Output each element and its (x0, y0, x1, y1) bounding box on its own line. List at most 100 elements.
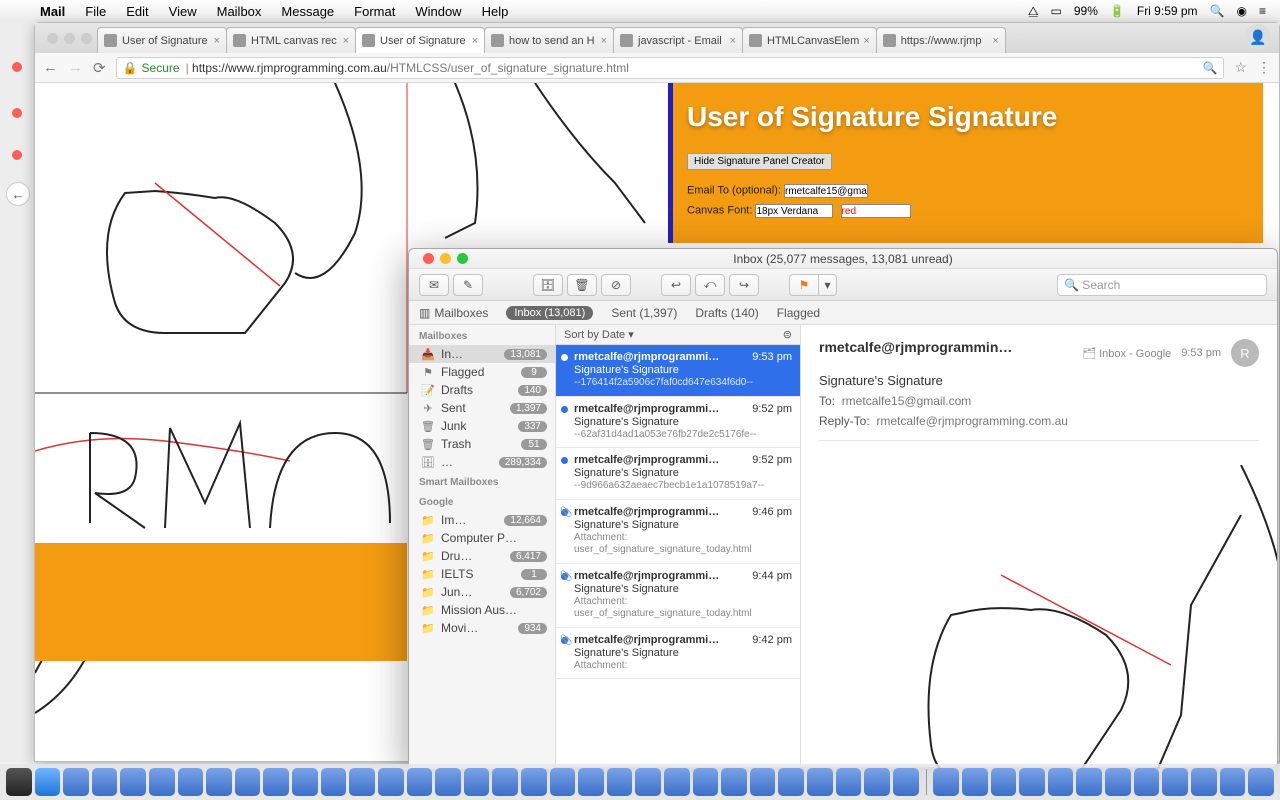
dock-app-icon[interactable] (750, 768, 776, 796)
sidebar-item[interactable]: 📝Drafts140 (409, 381, 555, 399)
sidebar-item[interactable]: 🗑Trash51 (409, 435, 555, 453)
browser-tab[interactable]: User of Signature× (355, 27, 485, 53)
menu-file[interactable]: File (75, 4, 116, 19)
dock-app-icon[interactable] (35, 768, 61, 796)
dock[interactable]: document.write(Array.from({length:32},()… (0, 764, 1280, 800)
dock-app-icon[interactable] (178, 768, 204, 796)
dock-app-icon[interactable] (235, 768, 261, 796)
dock-app-icon[interactable] (120, 768, 146, 796)
browser-tab[interactable]: how to send an H× (484, 27, 614, 53)
reply-button[interactable]: ↩ (661, 274, 691, 296)
dock-app-icon[interactable] (933, 768, 959, 796)
dock-app-icon[interactable] (63, 768, 89, 796)
dock-app-icon[interactable] (206, 768, 232, 796)
sidebar-folder[interactable]: 📁IELTS1 (409, 565, 555, 583)
dock-app-icon[interactable] (1076, 768, 1102, 796)
dock-app-icon[interactable] (607, 768, 633, 796)
window-controls[interactable] (41, 33, 98, 44)
star-icon[interactable]: ☆ (1234, 59, 1247, 76)
close-tab-icon[interactable]: × (597, 35, 607, 47)
sidebar-item[interactable]: 🗑Junk337 (409, 417, 555, 435)
sidebar-item[interactable]: 📥In…13,081 (409, 345, 555, 363)
dock-app-icon[interactable] (1220, 768, 1246, 796)
dock-app-icon[interactable] (464, 768, 490, 796)
browser-tab[interactable]: javascript - Email× (613, 27, 743, 53)
dock-app-icon[interactable] (1248, 768, 1274, 796)
chrome-menu-icon[interactable]: ⋮ (1257, 59, 1271, 76)
mail-search-input[interactable]: 🔍 Search (1057, 274, 1267, 296)
display-icon[interactable]: ▭ (1051, 4, 1062, 18)
fav-flagged[interactable]: Flagged (777, 306, 820, 320)
close-tab-icon[interactable]: × (210, 35, 220, 47)
delete-button[interactable]: 🗑 (567, 274, 597, 296)
forward-button[interactable]: ↪ (729, 274, 759, 296)
browser-tab[interactable]: HTMLCanvasElem× (742, 27, 877, 53)
message-item[interactable]: 📎rmetcalfe@rjmprogrammi…9:44 pmSignature… (556, 564, 800, 628)
close-tab-icon[interactable]: × (988, 35, 998, 47)
filter-icon[interactable]: ⊜ (783, 328, 792, 341)
message-item[interactable]: rmetcalfe@rjmprogrammi…9:53 pmSignature'… (556, 345, 800, 397)
message-item[interactable]: 📎rmetcalfe@rjmprogrammi…9:42 pmSignature… (556, 628, 800, 680)
mail-titlebar[interactable]: Inbox (25,077 messages, 13,081 unread) (409, 249, 1277, 269)
notification-center-icon[interactable]: ≡ (1259, 4, 1266, 18)
sidebar-folder[interactable]: 📁Jun…6,702 (409, 583, 555, 601)
mail-window-controls[interactable] (417, 253, 474, 264)
reply-all-button[interactable]: ⤺ (695, 274, 725, 296)
dock-app-icon[interactable] (378, 768, 404, 796)
menu-help[interactable]: Help (472, 4, 519, 19)
dock-app-icon[interactable] (149, 768, 175, 796)
browser-tab[interactable]: User of Signature× (97, 27, 227, 53)
dock-app-icon[interactable] (407, 768, 433, 796)
canvas-font-input[interactable] (755, 204, 833, 218)
close-tab-icon[interactable]: × (859, 35, 869, 47)
get-mail-button[interactable]: ✉ (419, 274, 449, 296)
sidebar-folder[interactable]: 📁Im…12,664 (409, 511, 555, 529)
close-tab-icon[interactable]: × (468, 35, 478, 47)
sidebar-item[interactable]: ✈Sent1,397 (409, 399, 555, 417)
dock-app-icon[interactable] (893, 768, 919, 796)
sidebar-folder[interactable]: 📁Computer P… (409, 529, 555, 547)
dock-app-icon[interactable] (6, 768, 32, 796)
menu-edit[interactable]: Edit (116, 4, 158, 19)
menu-message[interactable]: Message (271, 4, 344, 19)
dock-app-icon[interactable] (521, 768, 547, 796)
dock-app-icon[interactable] (492, 768, 518, 796)
dock-app-icon[interactable] (991, 768, 1017, 796)
zoom-icon[interactable]: 🔍 (1202, 61, 1217, 75)
dock-app-icon[interactable] (721, 768, 747, 796)
address-bar[interactable]: 🔒 Secure | https://www.rjmprogramming.co… (116, 57, 1225, 79)
sidebar-folder[interactable]: 📁Dru…6,417 (409, 547, 555, 565)
dock-app-icon[interactable] (1162, 768, 1188, 796)
dock-app-icon[interactable] (836, 768, 862, 796)
sidebar-item[interactable]: 🗄…289,334 (409, 453, 555, 471)
clock[interactable]: Fri 9:59 pm (1137, 4, 1198, 18)
compose-button[interactable]: ✎ (453, 274, 483, 296)
wifi-icon[interactable]: ⧋ (1028, 4, 1039, 19)
dock-app-icon[interactable] (321, 768, 347, 796)
dock-app-icon[interactable] (263, 768, 289, 796)
flag-menu-button[interactable]: ▾ (819, 274, 837, 296)
menu-format[interactable]: Format (344, 4, 405, 19)
sidebar-folder[interactable]: 📁Mission Aus… (409, 601, 555, 619)
chrome-profile-icon[interactable]: 👤 (1245, 24, 1271, 50)
dock-app-icon[interactable] (1134, 768, 1160, 796)
sidebar-folder[interactable]: 📁Movi…934 (409, 619, 555, 637)
menu-window[interactable]: Window (405, 4, 471, 19)
close-tab-icon[interactable]: × (726, 35, 736, 47)
back-icon[interactable]: ← (43, 59, 58, 76)
sort-bar[interactable]: Sort by Date ▾⊜ (556, 325, 800, 345)
back-button[interactable]: ← (6, 182, 30, 206)
menu-view[interactable]: View (159, 4, 207, 19)
reload-icon[interactable]: ⟳ (93, 59, 106, 77)
dock-app-icon[interactable] (864, 768, 890, 796)
dock-app-icon[interactable] (435, 768, 461, 796)
fav-sent[interactable]: Sent (1,397) (611, 306, 677, 320)
fav-inbox[interactable]: Inbox (13,081) (506, 306, 593, 320)
close-tab-icon[interactable]: × (339, 35, 349, 47)
app-name[interactable]: Mail (30, 4, 75, 19)
dock-app-icon[interactable] (92, 768, 118, 796)
fav-mailboxes[interactable]: ▥ Mailboxes (419, 306, 488, 320)
dock-app-icon[interactable] (1191, 768, 1217, 796)
flag-button[interactable]: ⚑ (789, 274, 819, 296)
dock-app-icon[interactable] (349, 768, 375, 796)
